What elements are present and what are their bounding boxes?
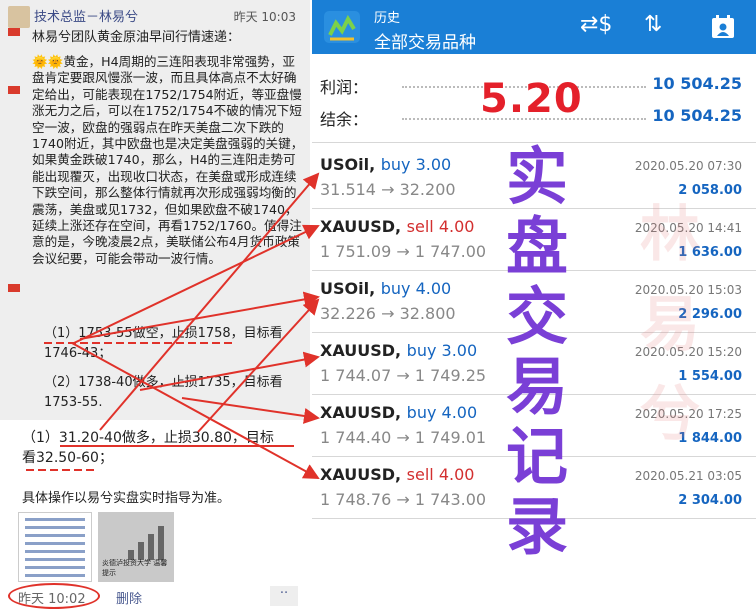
post-time: 昨天 10:03 (233, 10, 296, 24)
trade-prices: 31.514 → 32.200 (320, 180, 456, 199)
flag-icon (8, 284, 20, 292)
profit-label: 利润： (320, 78, 369, 97)
trade-symbol: XAUUSD, (320, 465, 402, 484)
trade-prices: 32.226 → 32.800 (320, 304, 456, 323)
overlay-date: 5.20 (480, 76, 583, 122)
trade-date: 2020.05.21 03:05 (634, 469, 742, 483)
trade-symbol: USOil, (320, 279, 376, 298)
header-subtitle: 历史 (374, 11, 401, 26)
header-title[interactable]: 全部交易品种 (374, 28, 476, 53)
image-thumbnail-photo[interactable]: 炎德泸投资大学 温馨提示 (98, 512, 174, 582)
more-button[interactable]: ·· (270, 586, 298, 606)
calendar-contact-icon[interactable] (710, 14, 736, 40)
sort-icon[interactable]: ⇅ (644, 12, 662, 37)
trade-volume: buy 3.00 (406, 341, 478, 360)
trade-volume: buy 4.00 (406, 403, 478, 422)
trade-symbol: XAUUSD, (320, 403, 402, 422)
balance-value: 10 504.25 (652, 106, 742, 125)
plan-oil-long-line2: 看32.50-60； (22, 450, 113, 466)
trade-symbol: XAUUSD, (320, 217, 402, 236)
metatrader-logo-icon[interactable] (322, 9, 362, 45)
post-intro: 林易兮团队黄金原油早间行情速递： (32, 30, 241, 45)
avatar[interactable] (8, 6, 30, 28)
trade-prices: 1 744.40 → 1 749.01 (320, 428, 487, 447)
trade-profit: 2 304.00 (678, 493, 742, 508)
trade-volume: buy 3.00 (380, 155, 452, 174)
trade-volume: buy 4.00 (380, 279, 452, 298)
plan-oil-long: （1）31.20-40做多，止损30.80，目标 看32.50-60； (22, 428, 274, 468)
image-thumbnail-document[interactable] (18, 512, 92, 582)
chat-post-panel: 技术总监－林易兮 昨天 10:03 林易兮团队黄金原油早间行情速递： 🌞🌞黄金，… (0, 0, 310, 614)
plan-gold-long-line1: （2）1738-40做多，止损1735，目标看 (44, 375, 283, 390)
delete-link[interactable]: 删除 (116, 588, 142, 607)
trade-prices: 1 744.07 → 1 749.25 (320, 366, 487, 385)
plan-gold-short-line1: （1）1753-55做空，止损1758，目标看 (44, 326, 283, 341)
time-highlight-circle (8, 583, 100, 609)
post-analysis-text: 🌞🌞黄金，H4周期的三连阳表现非常强势，亚盘肯定要跟风慢涨一波，而且具体高点不太… (32, 54, 304, 266)
post-author[interactable]: 技术总监－林易兮 (34, 6, 138, 25)
trade-volume: sell 4.00 (406, 465, 475, 484)
trade-symbol: XAUUSD, (320, 341, 402, 360)
thumbnail-caption: 炎德泸投资大学 温馨提示 (102, 559, 168, 577)
trade-symbol: USOil, (320, 155, 376, 174)
trade-date: 2020.05.20 07:30 (634, 159, 742, 173)
post-body: 技术总监－林易兮 昨天 10:03 林易兮团队黄金原油早间行情速递： 🌞🌞黄金，… (0, 0, 310, 420)
trade-prices: 1 751.09 → 1 747.00 (320, 242, 487, 261)
trade-volume: sell 4.00 (406, 217, 475, 236)
overlay-title: 实 盘 交 易 记 录 (505, 140, 568, 563)
balance-label: 结余： (320, 110, 369, 129)
trade-prices: 1 748.76 → 1 743.00 (320, 490, 487, 509)
plan-gold-long: （2）1738-40做多，止损1735，目标看 1753-55. (44, 373, 283, 413)
currency-exchange-icon[interactable]: ⇄$ (580, 12, 612, 37)
plan-oil-long-line1: （1）31.20-40做多，止损30.80，目标 (22, 430, 274, 446)
app-header: 历史 全部交易品种 ⇄$ ⇅ (312, 0, 756, 54)
watermark: 林 易 兮 (640, 200, 700, 450)
post-note: 具体操作以易兮实盘实时指导为准。 (22, 491, 231, 506)
plan-gold-long-line2: 1753-55. (44, 395, 103, 410)
plan-gold-short: （1）1753-55做空，止损1758，目标看 1746-43； (44, 324, 283, 364)
profit-value: 10 504.25 (652, 74, 742, 93)
plan-gold-short-line2: 1746-43； (44, 346, 112, 361)
flag-icon (8, 28, 20, 36)
flag-icon (8, 86, 20, 94)
post-lower: （1）31.20-40做多，止损30.80，目标 看32.50-60； 具体操作… (0, 420, 310, 614)
